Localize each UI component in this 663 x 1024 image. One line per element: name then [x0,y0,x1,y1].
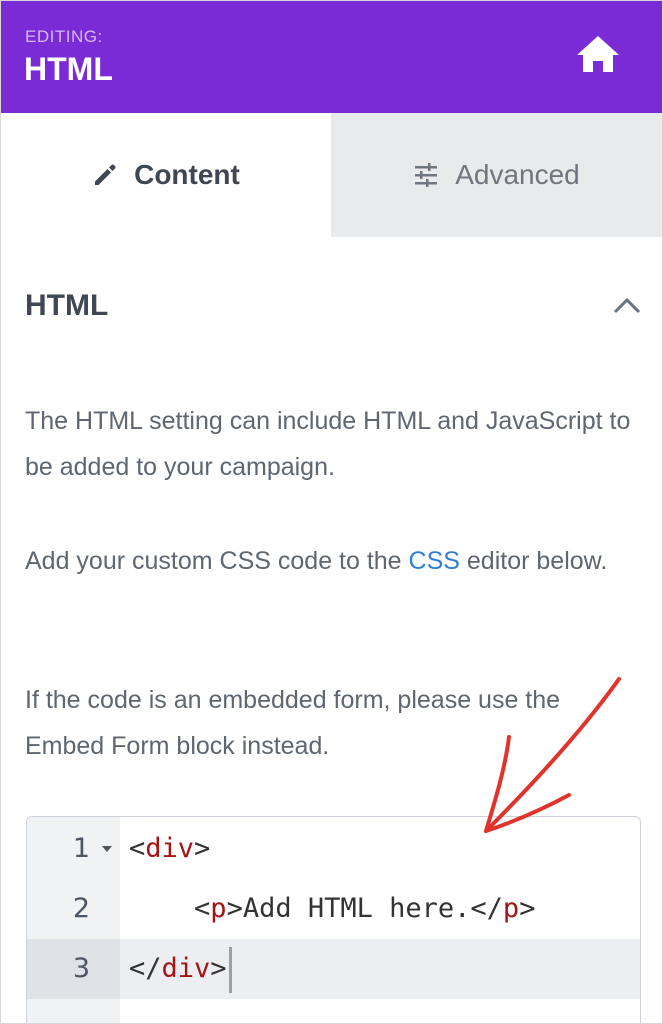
tab-bar: Content Advanced [1,113,662,237]
code-bracket: > [519,893,536,924]
code-content[interactable]: </div> [129,939,232,999]
code-bracket: > [210,953,227,984]
home-icon[interactable] [575,34,621,74]
code-tag: div [145,833,195,864]
code-line[interactable]: 2 <p>Add HTML here.</p> [27,879,640,939]
line-number: 2 [72,893,90,924]
code-text: Add HTML here. [242,893,471,924]
sliders-icon [415,163,438,187]
code-line-active[interactable]: 3 </div> [27,939,640,999]
code-bracket: </ [129,953,162,984]
css-hint-after: editor below. [459,547,608,575]
section-header[interactable]: HTML [1,237,662,377]
tab-advanced[interactable]: Advanced [331,113,662,237]
panel-header: EDITING: HTML [1,1,662,113]
css-hint-text: Add your custom CSS code to the CSS edit… [25,538,635,584]
css-editor-link[interactable]: CSS [409,547,460,575]
embed-form-hint: If the code is an embedded form, please … [25,686,561,760]
description-text: The HTML setting can include HTML and Ja… [25,407,631,481]
section-title: HTML [25,289,109,322]
tab-advanced-label: Advanced [455,159,580,190]
code-content[interactable]: <p>Add HTML here.</p> [129,879,535,939]
code-tag: p [210,893,227,924]
fold-arrow-icon[interactable] [102,846,112,852]
code-bracket: < [194,893,211,924]
tab-content-label: Content [134,159,240,190]
text-cursor [228,946,232,993]
code-bracket: > [226,893,243,924]
editor-panel: EDITING: HTML Content Advanced HTML The … [0,0,663,1024]
line-number: 3 [27,939,120,999]
tab-content[interactable]: Content [1,113,331,237]
code-tag: div [161,953,211,984]
block-title: HTML [24,51,113,87]
code-bracket: < [129,833,146,864]
code-editor[interactable]: 1 <div> 2 <p>Add HTML here.</p> 3 </div> [26,816,641,1023]
code-tag: p [502,893,520,924]
editing-label: EDITING: [25,27,103,46]
chevron-up-icon[interactable] [612,295,642,315]
code-content[interactable]: <div> [129,819,210,879]
css-hint-before: Add your custom CSS code to the [25,547,409,575]
code-bracket: > [194,833,211,864]
code-line[interactable]: 1 <div> [27,819,640,879]
code-bracket: </ [470,893,503,924]
pencil-icon [95,164,116,185]
